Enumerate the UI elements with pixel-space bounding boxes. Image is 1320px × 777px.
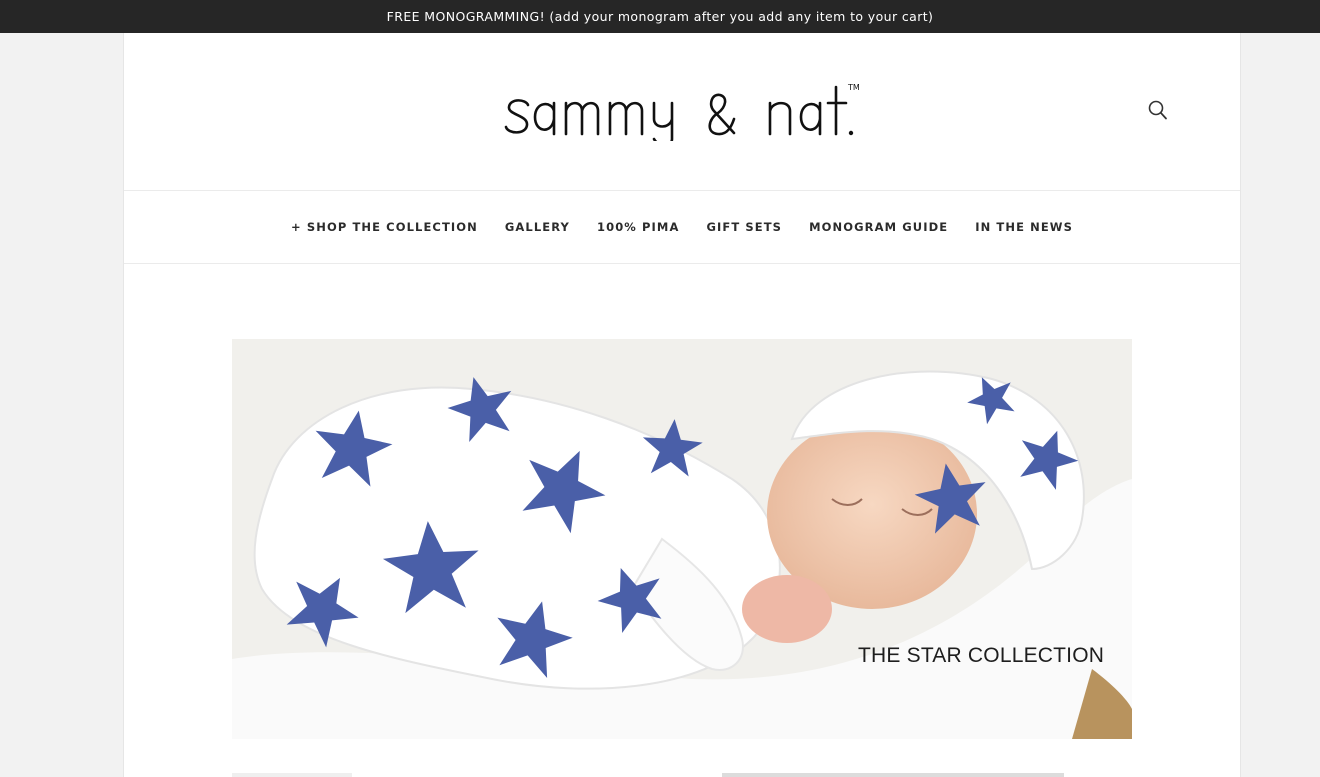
hero-caption: THE STAR COLLECTION [858,644,1105,667]
nav-item-in-the-news[interactable]: IN THE NEWS [975,220,1073,234]
nav-item-gallery[interactable]: GALLERY [505,220,570,234]
product-thumbnail[interactable] [232,773,352,777]
main-navigation: + SHOP THE COLLECTION GALLERY 100% PIMA … [124,191,1240,264]
hero-banner[interactable]: THE STAR COLLECTION [232,339,1132,739]
page-container: TM + SHOP THE COLLECTION GALLERY 100% PI… [123,33,1241,777]
nav-item-monogram-guide[interactable]: MONOGRAM GUIDE [809,220,948,234]
search-button[interactable] [1146,99,1170,123]
site-header: TM [124,33,1240,191]
product-thumbnail[interactable] [722,773,1064,777]
announcement-text: FREE MONOGRAMMING! (add your monogram af… [386,9,934,24]
svg-text:TM: TM [847,83,860,92]
nav-item-gift-sets[interactable]: GIFT SETS [706,220,782,234]
nav-item-shop-the-collection[interactable]: + SHOP THE COLLECTION [291,220,478,234]
nav-item-100-pima[interactable]: 100% PIMA [597,220,679,234]
search-icon [1148,100,1167,120]
announcement-bar: FREE MONOGRAMMING! (add your monogram af… [0,0,1320,33]
brand-logo[interactable]: TM [502,77,862,141]
hero-image [232,339,1132,739]
